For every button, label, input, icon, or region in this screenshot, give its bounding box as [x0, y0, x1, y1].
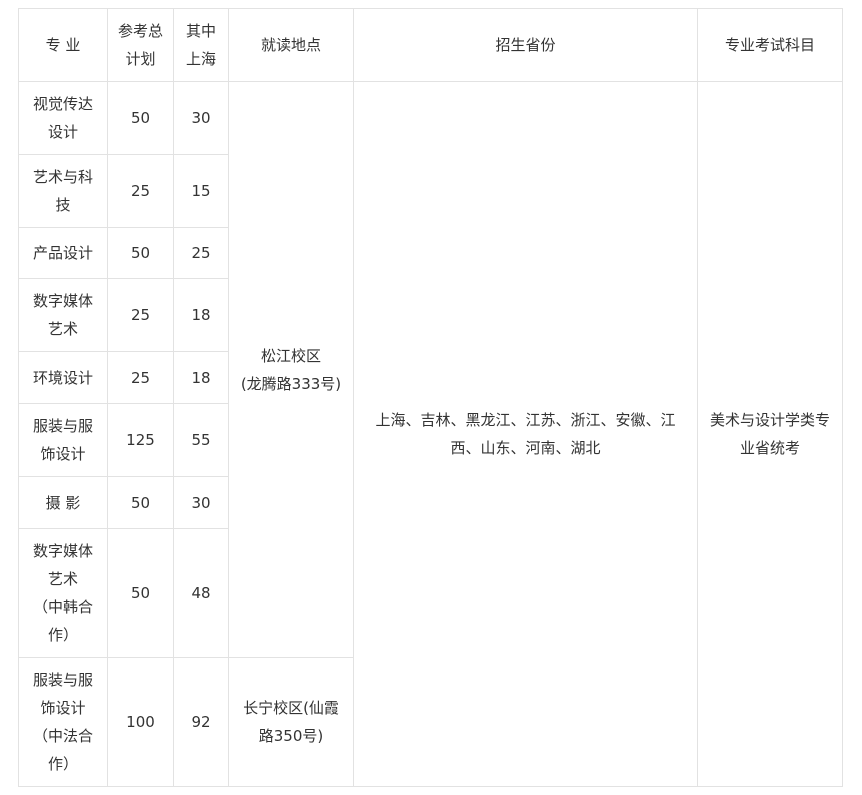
major-cell: 数字媒体 艺术: [18, 278, 108, 352]
plan-cell: 25: [107, 278, 174, 352]
shanghai-cell: 92: [173, 657, 229, 787]
shanghai-cell: 55: [173, 403, 229, 477]
exam-cell: 美术与设计学类专 业省统考: [697, 81, 843, 787]
major-cell: 摄 影: [18, 476, 108, 529]
shanghai-cell: 18: [173, 351, 229, 404]
table-header-row: 专 业 参考总 计划 其中 上海 就读地点 招生省份 专业考试科目: [18, 8, 843, 82]
location-changning: 长宁校区(仙霞 路350号): [228, 657, 354, 787]
location-songjiang: 松江校区 (龙腾路333号): [228, 81, 354, 658]
header-exam: 专业考试科目: [697, 8, 843, 82]
major-cell: 服装与服 饰设计 （中法合 作）: [18, 657, 108, 787]
plan-cell: 50: [107, 528, 174, 658]
plan-cell: 125: [107, 403, 174, 477]
header-shanghai: 其中 上海: [173, 8, 229, 82]
major-cell: 视觉传达 设计: [18, 81, 108, 155]
shanghai-cell: 30: [173, 81, 229, 155]
plan-cell: 50: [107, 81, 174, 155]
plan-cell: 25: [107, 154, 174, 228]
shanghai-cell: 48: [173, 528, 229, 658]
plan-cell: 25: [107, 351, 174, 404]
shanghai-cell: 30: [173, 476, 229, 529]
shanghai-cell: 18: [173, 278, 229, 352]
header-plan-total: 参考总 计划: [107, 8, 174, 82]
plan-cell: 50: [107, 227, 174, 279]
plan-cell: 50: [107, 476, 174, 529]
major-cell: 数字媒体 艺术 （中韩合 作）: [18, 528, 108, 658]
enrollment-plan-table: 专 业 参考总 计划 其中 上海 就读地点 招生省份 专业考试科目 视觉传达 设…: [18, 8, 843, 787]
major-cell: 艺术与科 技: [18, 154, 108, 228]
shanghai-cell: 25: [173, 227, 229, 279]
header-location: 就读地点: [228, 8, 354, 82]
major-cell: 服装与服 饰设计: [18, 403, 108, 477]
major-cell: 产品设计: [18, 227, 108, 279]
table-row: 视觉传达 设计 50 30 松江校区 (龙腾路333号) 上海、吉林、黑龙江、江…: [18, 81, 843, 787]
plan-cell: 100: [107, 657, 174, 787]
header-major: 专 业: [18, 8, 108, 82]
major-cell: 环境设计: [18, 351, 108, 404]
shanghai-cell: 15: [173, 154, 229, 228]
header-provinces: 招生省份: [353, 8, 698, 82]
provinces-cell: 上海、吉林、黑龙江、江苏、浙江、安徽、江 西、山东、河南、湖北: [353, 81, 698, 787]
